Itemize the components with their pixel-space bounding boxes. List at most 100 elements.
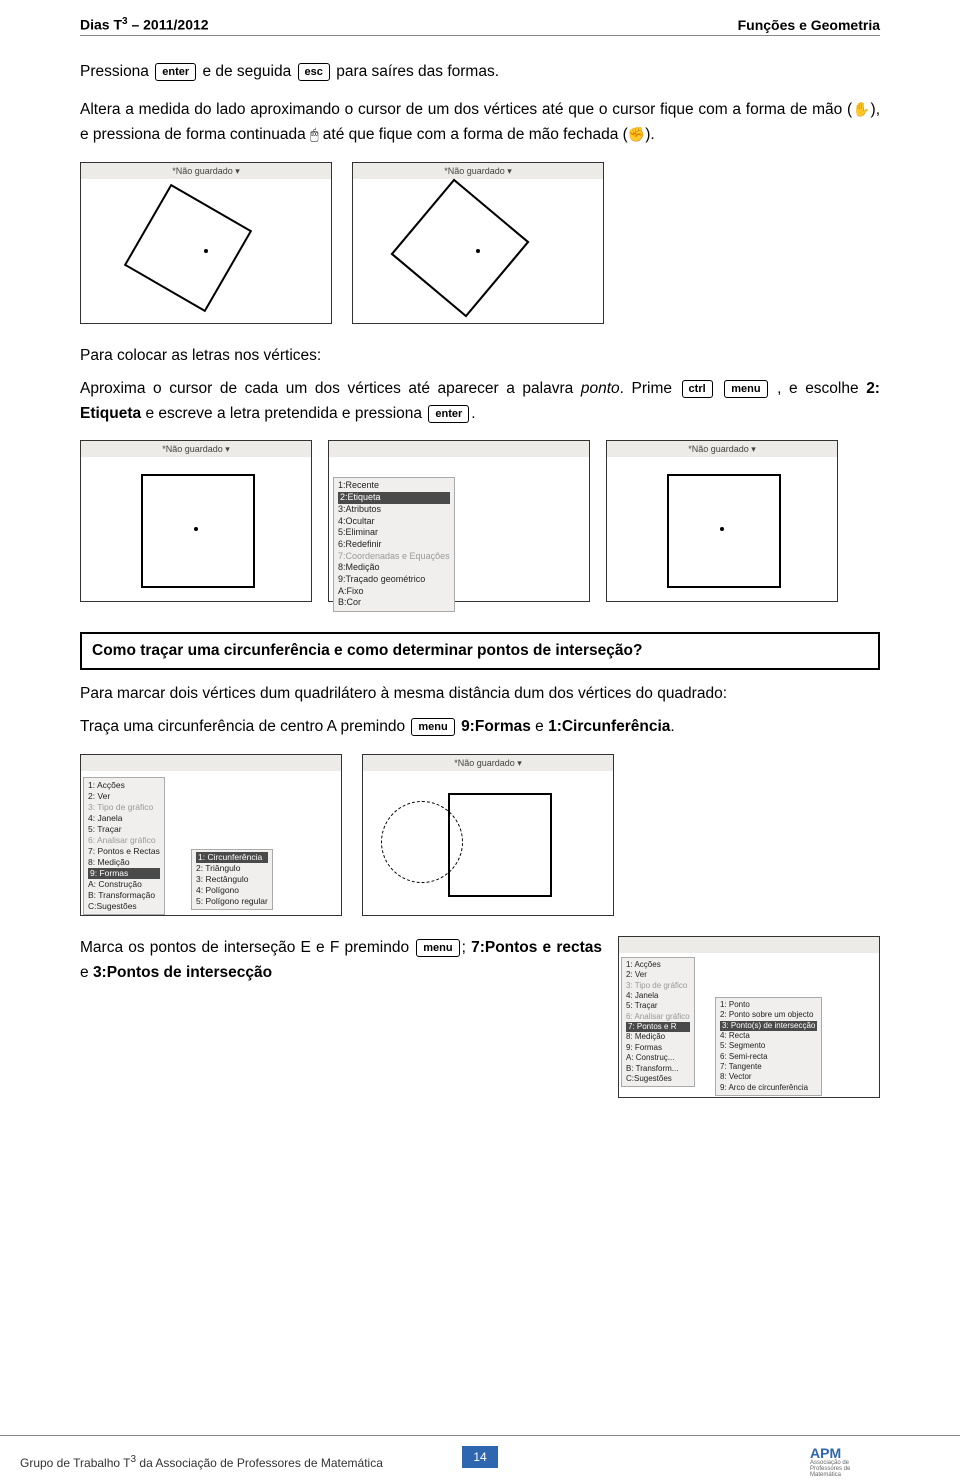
paragraph-4: Aproxima o cursor de cada um dos vértice… (80, 377, 880, 427)
menu-item: 8:Medição (338, 562, 450, 574)
menu-item: 2: Ponto sobre um objecto (720, 1010, 817, 1020)
p1-text-c: para saíres das formas. (336, 63, 499, 80)
shot-titlebar: *Não guardado ▾ (81, 441, 311, 458)
screenshot-label-ponto: *Não guardado ▾ (80, 440, 312, 602)
key-esc: esc (298, 63, 330, 81)
screenshot-square-open-hand: *Não guardado ▾ (80, 162, 332, 324)
p2-text-a: Altera a medida do lado aproximando o cu… (80, 101, 852, 118)
footer-logo: APM Associação de Professores de Matemát… (810, 1446, 880, 1478)
header-left-prefix: Dias T (80, 17, 122, 33)
menu-item: 6: Semi-recta (720, 1052, 817, 1062)
menu-item-highlighted: 3: Ponto(s) de intersecção (720, 1021, 817, 1031)
section-box: Como traçar uma circunferência e como de… (80, 632, 880, 670)
menu-item-disabled: 6: Analisar gráfico (626, 1012, 690, 1022)
shot-titlebar: *Não guardado ▾ (81, 163, 331, 180)
hand-closed-icon: ✊ (628, 126, 645, 142)
paragraph-2: Altera a medida do lado aproximando o cu… (80, 98, 880, 148)
menu-item-highlighted: 9: Formas (88, 868, 160, 879)
menu-item: 2: Ver (88, 791, 160, 802)
p7-text-c: e (80, 964, 93, 981)
p6-text-a: Traça uma circunferência de centro A pre… (80, 718, 409, 735)
paragraph-5: Para marcar dois vértices dum quadriláte… (80, 682, 880, 707)
p7-text-b: ; (462, 939, 471, 956)
menu-formas-left: 1: Acções 2: Ver 3: Tipo de gráfico 4: J… (83, 777, 165, 916)
menu-item: 9: Arco de circunferência (720, 1083, 817, 1093)
menu-item: 5: Traçar (88, 824, 160, 835)
p1-text-a: Pressiona (80, 63, 153, 80)
p4-text-d: e escreve a letra pretendida e pressiona (141, 405, 426, 422)
p2-text-d: ). (645, 126, 654, 143)
paragraph-1: Pressiona enter e de seguida esc para sa… (80, 60, 880, 85)
menu-item-disabled: 7:Coordenadas e Equações (338, 551, 450, 563)
menu-item: 7: Pontos e Rectas (88, 846, 160, 857)
menu-item: 1: Ponto (720, 1000, 817, 1010)
menu-item: 9:Traçado geométrico (338, 574, 450, 586)
menu-item-disabled: 6: Analisar gráfico (88, 835, 160, 846)
p6-bold1: 9:Formas (461, 718, 531, 735)
key-ctrl: ctrl (682, 380, 713, 398)
menu-item: 8: Vector (720, 1072, 817, 1082)
screenshot-menu-formas: 1: Acções 2: Ver 3: Tipo de gráfico 4: J… (80, 754, 342, 916)
hand-open-icon: ✋ (852, 101, 870, 117)
footer-text: Grupo de Trabalho T3 da Associação de Pr… (20, 1454, 810, 1470)
menu-formas-right: 1: Circunferência 2: Triângulo 3: Rectân… (191, 849, 273, 910)
menu-item: B: Transform... (626, 1064, 690, 1074)
logo-apm-text: APM (810, 1446, 880, 1460)
shot-title: *Não guardado ▾ (688, 442, 756, 456)
header-right: Funções e Geometria (738, 17, 880, 33)
shot-title: *Não guardado ▾ (172, 164, 240, 178)
box-question: Como traçar uma circunferência e como de… (92, 640, 868, 662)
header-left-suffix: – 2011/2012 (128, 17, 209, 33)
header-left: Dias T3 – 2011/2012 (80, 16, 209, 33)
menu-item: 4: Polígono (196, 885, 268, 896)
shot-titlebar (329, 441, 589, 458)
menu-pontos-left: 1: Acções 2: Ver 3: Tipo de gráfico 4: J… (621, 957, 695, 1088)
p4-text-a: Aproxima o cursor de cada um dos vértice… (80, 380, 581, 397)
menu-item: 2: Triângulo (196, 863, 268, 874)
paragraph-7: Marca os pontos de interseção E e F prem… (80, 936, 602, 986)
p7-bold2: 3:Pontos de intersecção (93, 964, 272, 981)
screenshot-row-2: *Não guardado ▾ 1:Recente 2:Etiqueta 3:A… (80, 440, 880, 602)
menu-item: C:Sugestões (626, 1074, 690, 1084)
p6-text-d: . (670, 718, 674, 735)
screenshot-row-3: 1: Acções 2: Ver 3: Tipo de gráfico 4: J… (80, 754, 880, 916)
paragraph-3: Para colocar as letras nos vértices: (80, 344, 880, 369)
menu-item: 1: Acções (88, 780, 160, 791)
menu-item: 5: Segmento (720, 1041, 817, 1051)
page-header: Dias T3 – 2011/2012 Funções e Geometria (80, 16, 880, 36)
p6-text-c: e (531, 718, 548, 735)
p7-bold1: 7:Pontos e rectas (471, 939, 602, 956)
menu-item: A: Construção (88, 879, 160, 890)
menu-item: 8: Medição (88, 857, 160, 868)
menu-item-highlighted: 2:Etiqueta (338, 492, 450, 504)
menu-item: B:Cor (338, 597, 450, 609)
logo-apm-sub: Associação de Professores de Matemática (810, 1460, 880, 1478)
menu-item-highlighted: 7: Pontos e R (626, 1022, 690, 1032)
screenshot-square-labeled-ab: *Não guardado ▾ (606, 440, 838, 602)
screenshot-circle-abcd: *Não guardado ▾ (362, 754, 614, 916)
menu-item: 9: Formas (626, 1043, 690, 1053)
footer-prefix: Grupo de Trabalho T (20, 1456, 131, 1470)
menu-item: 2: Ver (626, 970, 690, 980)
shot-titlebar: *Não guardado ▾ (607, 441, 837, 458)
footer-page-number: 14 (462, 1446, 498, 1468)
menu-item: 4: Janela (626, 991, 690, 1001)
paragraph-6: Traça uma circunferência de centro A pre… (80, 715, 880, 740)
p6-bold2: 1:Circunferência (548, 718, 670, 735)
key-menu: menu (724, 380, 767, 398)
p4-text-b: . Prime (620, 380, 680, 397)
screenshot-menu-etiqueta: 1:Recente 2:Etiqueta 3:Atributos 4:Ocult… (328, 440, 590, 602)
shot-titlebar (619, 937, 879, 954)
menu-item-disabled: 3: Tipo de gráfico (88, 802, 160, 813)
key-enter: enter (428, 405, 469, 423)
p4-word: ponto (581, 380, 620, 397)
context-menu-etiqueta: 1:Recente 2:Etiqueta 3:Atributos 4:Ocult… (333, 477, 455, 612)
menu-item: 4: Recta (720, 1031, 817, 1041)
key-enter: enter (155, 63, 196, 81)
menu-item: 5: Traçar (626, 1001, 690, 1011)
page-root: Dias T3 – 2011/2012 Funções e Geometria … (0, 0, 960, 1483)
screenshot-menu-pontos: 1: Acções 2: Ver 3: Tipo de gráfico 4: J… (618, 936, 880, 1098)
menu-item: 1: Acções (626, 960, 690, 970)
menu-item-highlighted: 1: Circunferência (196, 852, 268, 863)
page-footer: Grupo de Trabalho T3 da Associação de Pr… (0, 1435, 960, 1483)
